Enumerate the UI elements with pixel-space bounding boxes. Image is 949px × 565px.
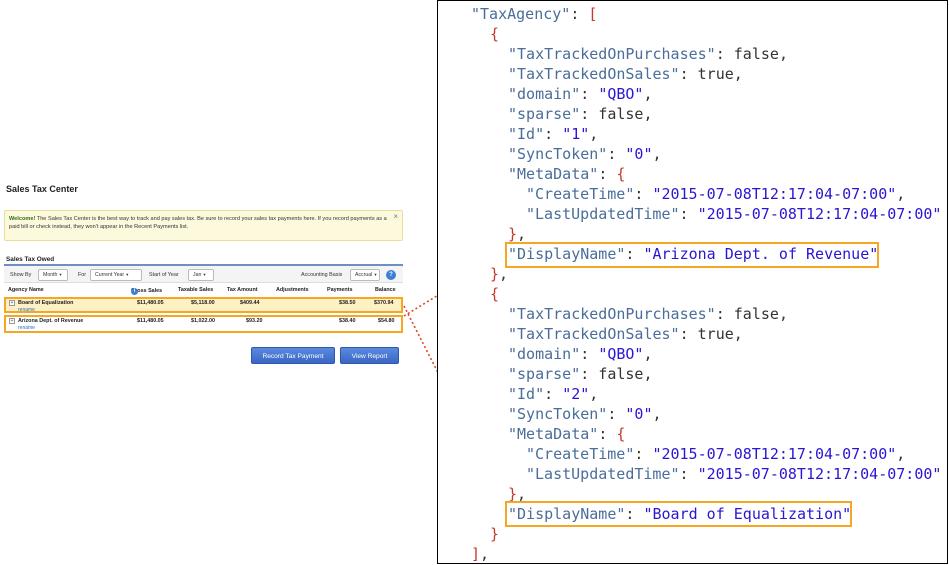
code-line: "sparse": false,: [508, 365, 653, 383]
payments-value: $38.40: [339, 318, 356, 324]
code-line: "domain": "QBO",: [508, 345, 653, 363]
gross-sales-value: $11,480.05: [137, 318, 164, 324]
close-icon[interactable]: ×: [393, 213, 398, 221]
chevron-down-icon: ▾: [374, 272, 377, 277]
start-of-year-select[interactable]: Jan ▾: [188, 269, 214, 281]
code-line: "LastUpdatedTime": "2015-07-08T12:17:04-…: [526, 205, 942, 223]
code-line: "TaxAgency": [: [471, 5, 598, 23]
chevron-down-icon: ▾: [59, 272, 62, 277]
taxable-sales-value: $5,118.00: [191, 300, 215, 306]
period-select[interactable]: Current Year ▾: [90, 269, 142, 281]
balance-value: $370.94: [374, 300, 394, 306]
balance-value: $54.80: [378, 318, 395, 324]
view-report-button[interactable]: View Report: [340, 347, 399, 364]
code-line: "TaxTrackedOnPurchases": false,: [508, 45, 788, 63]
show-by-select[interactable]: Month ▾: [38, 269, 68, 281]
column-taxable-sales: Taxable Sales: [178, 287, 214, 293]
welcome-banner: Welcome! The Sales Tax Center is the bes…: [4, 210, 403, 241]
accounting-basis-select[interactable]: Accrual ▾: [350, 269, 380, 281]
welcome-heading: Welcome!: [9, 216, 36, 222]
table-row[interactable]: + Arizona Dept. of Revenue rename $11,48…: [4, 315, 403, 333]
code-line: "TaxTrackedOnSales": true,: [508, 325, 743, 343]
code-line: "CreateTime": "2015-07-08T12:17:04-07:00…: [526, 445, 906, 463]
code-line: "Id": "2",: [508, 385, 599, 403]
expand-icon[interactable]: +: [9, 318, 15, 324]
code-line: },: [490, 265, 509, 283]
json-code-panel: "TaxAgency": [ { "TaxTrackedOnPurchases"…: [437, 0, 948, 564]
record-tax-payment-button[interactable]: Record Tax Payment: [251, 347, 335, 364]
code-line: "domain": "QBO",: [508, 85, 653, 103]
code-line: "MetaData": {: [508, 165, 626, 183]
show-by-value: Month: [43, 272, 58, 278]
column-adjustments: Adjustments: [276, 287, 309, 293]
tax-amount-value: $93.20: [246, 318, 263, 324]
help-icon[interactable]: ?: [386, 270, 396, 280]
welcome-text: The Sales Tax Center is the best way to …: [9, 216, 387, 230]
filter-bar: Show By Month ▾ For Current Year ▾ Start o…: [4, 264, 403, 283]
column-tax-amount: Tax Amount: [227, 287, 258, 293]
start-of-year-label: Start of Year: [149, 272, 179, 278]
column-agency-name: Agency Name: [8, 287, 44, 293]
section-title-sales-tax-owed: Sales Tax Owed: [6, 256, 55, 263]
code-line: {: [490, 25, 500, 43]
code-line: "Id": "1",: [508, 125, 599, 143]
code-line: "TaxTrackedOnPurchases": false,: [508, 305, 788, 323]
show-by-label: Show By: [10, 272, 32, 278]
chevron-down-icon: ▾: [203, 272, 206, 277]
gross-sales-value: $11,480.05: [137, 300, 164, 306]
code-line: ],: [471, 545, 490, 563]
code-line: }: [490, 525, 500, 543]
code-line: "sparse": false,: [508, 105, 653, 123]
expand-icon[interactable]: +: [9, 300, 15, 306]
rename-link[interactable]: rename: [18, 325, 35, 331]
taxable-sales-value: $1,022.00: [191, 318, 215, 324]
tax-amount-value: $409.44: [240, 300, 260, 306]
code-line: "MetaData": {: [508, 425, 626, 443]
agency-name: Arizona Dept. of Revenue: [18, 318, 84, 324]
highlight-box-board: [505, 501, 852, 527]
start-of-year-value: Jan: [193, 272, 202, 278]
table-row[interactable]: + Board of Equalization rename $11,480.0…: [4, 297, 403, 313]
agency-name: Board of Equalization: [18, 300, 74, 306]
chevron-down-icon: ▾: [126, 272, 129, 277]
code-line: "SyncToken": "0",: [508, 145, 662, 163]
accounting-basis-label: Accounting Basis: [301, 272, 343, 278]
code-line: "LastUpdatedTime": "2015-07-08T12:17:04-…: [526, 465, 942, 483]
highlight-box-arizona: [505, 242, 879, 268]
column-balance: Balance: [375, 287, 396, 293]
payments-value: $38.50: [339, 300, 356, 306]
table-header: Agency Name Gross Sales i Taxable Sales …: [4, 286, 403, 296]
column-payments: Payments: [327, 287, 353, 293]
page-title: Sales Tax Center: [6, 184, 78, 194]
info-icon[interactable]: i: [131, 288, 138, 295]
code-line: "CreateTime": "2015-07-08T12:17:04-07:00…: [526, 185, 906, 203]
accounting-basis-value: Accrual: [355, 272, 373, 278]
code-line: "TaxTrackedOnSales": true,: [508, 65, 743, 83]
for-label: For: [78, 272, 87, 278]
code-line: "SyncToken": "0",: [508, 405, 662, 423]
code-line: },: [508, 225, 527, 243]
code-line: {: [490, 285, 500, 303]
rename-link[interactable]: rename: [18, 307, 35, 313]
period-value: Current Year: [95, 272, 125, 278]
